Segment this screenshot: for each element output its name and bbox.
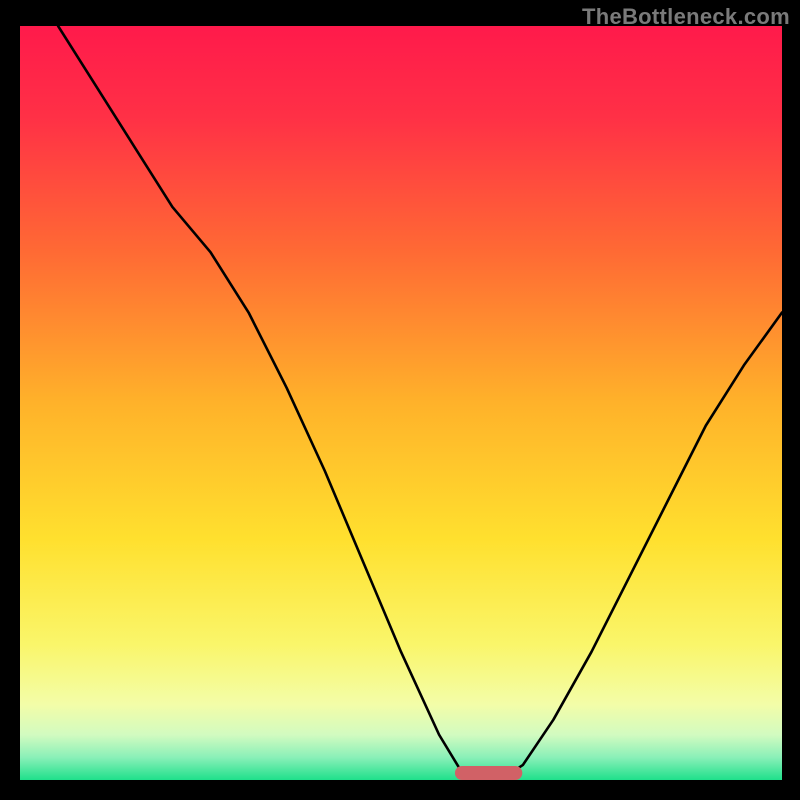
plot-area xyxy=(20,26,782,780)
chart-svg xyxy=(20,26,782,780)
watermark-text: TheBottleneck.com xyxy=(582,4,790,30)
gradient-background xyxy=(20,26,782,780)
chart-frame: TheBottleneck.com xyxy=(0,0,800,800)
